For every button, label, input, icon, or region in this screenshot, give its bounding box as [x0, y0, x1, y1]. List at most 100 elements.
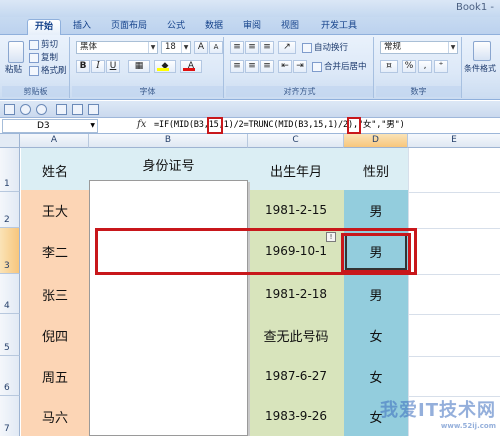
redo-icon[interactable] [36, 104, 47, 115]
currency-button[interactable]: ¤ [380, 60, 398, 73]
cell-name[interactable]: 倪四 [21, 314, 89, 356]
tab-data[interactable]: 数据 [200, 19, 228, 35]
name-box[interactable]: D3 ▼ [2, 119, 98, 133]
cell-birth[interactable]: 查无此号码 [248, 314, 344, 356]
tab-review[interactable]: 审阅 [238, 19, 266, 35]
underline-button[interactable]: U [106, 60, 120, 73]
copy-label: 复制 [41, 53, 59, 63]
italic-button[interactable]: I [91, 60, 105, 73]
font-size-select[interactable]: 18 ▼ [161, 41, 191, 54]
align-bottom-button[interactable]: ≡ [260, 41, 274, 54]
cell-name[interactable]: 周五 [21, 356, 89, 396]
toolbar-icon[interactable] [88, 104, 99, 115]
chevron-down-icon[interactable]: ▼ [148, 42, 157, 53]
spreadsheet-icon[interactable] [72, 104, 83, 115]
cell-name[interactable]: 王大 [21, 192, 89, 228]
font-color-button[interactable]: A [180, 60, 202, 73]
row-header-4[interactable]: 4 [0, 274, 20, 314]
cell-name[interactable]: 张三 [21, 274, 89, 314]
row-header-6[interactable]: 6 [0, 356, 20, 396]
format-painter-button[interactable]: 格式刷 [29, 65, 67, 77]
font-name-select[interactable]: 黑体 ▼ [76, 41, 158, 54]
increase-decimal-button[interactable]: ⁺ [434, 60, 448, 73]
align-left-button[interactable]: ≡ [230, 60, 244, 73]
borders-button[interactable]: ▦ [128, 60, 150, 73]
scissors-icon [29, 39, 39, 50]
cell-gender[interactable]: 男 [344, 274, 408, 314]
row-number: 6 [4, 383, 10, 393]
formula-bar: D3 ▼ fx =IF(MID(B3,15,1)/2=TRUNC(MID(B3,… [0, 117, 500, 134]
align-center-button[interactable]: ≡ [245, 60, 259, 73]
header-id-number[interactable]: 身份证号 [89, 150, 248, 178]
increase-indent-button[interactable]: ⇥ [293, 60, 307, 73]
grow-font-button[interactable]: A [194, 41, 208, 54]
chevron-down-icon[interactable]: ▼ [448, 42, 457, 53]
column-header-e[interactable]: E [408, 134, 500, 148]
cell-name[interactable]: 马六 [21, 396, 89, 436]
comma-button[interactable]: , [418, 60, 432, 73]
column-header-b[interactable]: B [89, 134, 248, 148]
align-middle-icon: ≡ [248, 42, 256, 52]
number-format-select[interactable]: 常规 ▼ [380, 41, 458, 54]
header-name[interactable]: 姓名 [21, 150, 89, 190]
tab-insert[interactable]: 插入 [68, 19, 96, 35]
align-top-button[interactable]: ≡ [230, 41, 244, 54]
cell-birth[interactable]: 1981-2-18 [248, 274, 344, 314]
tab-view[interactable]: 视图 [276, 19, 304, 35]
row-header-7[interactable]: 7 [0, 396, 20, 436]
grid-line [408, 314, 500, 315]
header-birth[interactable]: 出生年月 [248, 150, 344, 190]
alignment-group-label: 对齐方式 [226, 86, 373, 97]
paste-icon[interactable] [8, 41, 24, 63]
fill-color-button[interactable]: ◆ [154, 60, 176, 73]
orientation-button[interactable]: ↗ [278, 41, 296, 54]
row-header-3[interactable]: 3 [0, 228, 20, 274]
shrink-font-button[interactable]: A [209, 41, 223, 54]
column-header-d[interactable]: D [344, 134, 408, 148]
print-preview-icon[interactable] [56, 104, 67, 115]
bold-button[interactable]: B [76, 60, 90, 73]
paste-button[interactable]: 粘贴 [5, 64, 22, 76]
window-title: Book1 - [455, 2, 494, 13]
conditional-format-icon[interactable] [473, 41, 491, 61]
cell-gender[interactable]: 女 [344, 314, 408, 356]
conditional-format-button[interactable]: 条件格式 [464, 63, 496, 75]
cell-gender[interactable]: 男 [344, 192, 408, 228]
column-header-c[interactable]: C [248, 134, 344, 148]
wrap-text-button[interactable]: 自动换行 [302, 42, 348, 54]
cell-birth[interactable]: 1987-6-27 [248, 356, 344, 396]
row-header-1[interactable]: 1 [0, 148, 20, 192]
merge-center-button[interactable]: 合并后居中 [312, 61, 367, 73]
clipboard-group-label: 剪贴板 [2, 86, 69, 97]
row-header-2[interactable]: 2 [0, 192, 20, 228]
chevron-down-icon[interactable]: ▼ [181, 42, 190, 53]
column-header-a[interactable]: A [20, 134, 89, 148]
row-header-5[interactable]: 5 [0, 314, 20, 356]
save-icon[interactable] [4, 104, 15, 115]
chevron-down-icon[interactable]: ▼ [90, 120, 95, 132]
tab-home[interactable]: 开始 [27, 19, 61, 35]
header-gender[interactable]: 性别 [344, 150, 408, 190]
percent-button[interactable]: % [402, 60, 416, 73]
insert-function-button[interactable]: fx [137, 119, 146, 130]
tab-developer[interactable]: 开发工具 [314, 19, 364, 35]
cell-name[interactable]: 李二 [21, 228, 89, 274]
undo-icon[interactable] [20, 104, 31, 115]
align-middle-button[interactable]: ≡ [245, 41, 259, 54]
tab-formulas[interactable]: 公式 [162, 19, 190, 35]
cut-button[interactable]: 剪切 [29, 39, 58, 51]
row-number: 1 [4, 179, 10, 189]
cell-gender[interactable]: 女 [344, 356, 408, 396]
grid-line [408, 192, 500, 193]
tab-page-layout[interactable]: 页面布局 [104, 19, 154, 35]
copy-button[interactable]: 复制 [29, 52, 58, 64]
id-number-area[interactable] [89, 180, 248, 436]
select-all-corner[interactable] [0, 134, 20, 148]
merge-center-label: 合并后居中 [324, 62, 367, 72]
cell-birth[interactable]: 1981-2-15 [248, 192, 344, 228]
cell-birth[interactable]: 1983-9-26 [248, 396, 344, 436]
formula-input[interactable]: =IF(MID(B3,15,1)/2=TRUNC(MID(B3,15,1)/2)… [154, 119, 405, 132]
decrease-indent-button[interactable]: ⇤ [278, 60, 292, 73]
align-right-button[interactable]: ≡ [260, 60, 274, 73]
font-color-swatch [183, 68, 195, 71]
